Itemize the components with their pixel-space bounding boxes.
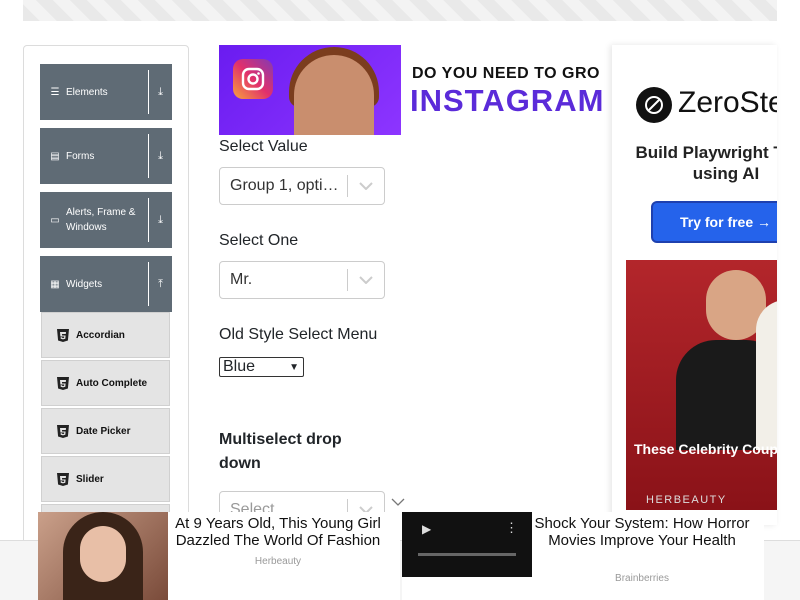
ad-image xyxy=(219,45,401,135)
zerostep-logo-icon xyxy=(636,87,672,123)
sidebar-group-elements[interactable]: ☰ Elements ⤓ xyxy=(40,64,172,120)
multiselect-label: Multiselect drop down xyxy=(219,431,342,472)
grid-icon: ▦ xyxy=(50,278,60,290)
sidebar: ☰ Elements ⤓ ▤ Forms ⤓ ▭ Alerts, Frame &… xyxy=(23,45,189,565)
banner-brand: INSTAGRAM xyxy=(410,83,605,118)
html5-icon xyxy=(56,424,70,438)
zerostep-ad[interactable]: ZeroStep Build Playwright Tests using AI… xyxy=(626,60,777,260)
bottom-ad-source-2: Brainberries xyxy=(615,573,669,584)
more-options-icon[interactable]: ⋮ xyxy=(505,520,518,536)
form-icon: ▤ xyxy=(50,150,60,162)
html5-icon xyxy=(56,328,70,342)
sidebar-group-label: Alerts, Frame & Windows xyxy=(66,207,136,233)
zerostep-brand: ZeroStep xyxy=(678,86,777,119)
video-player[interactable]: ▶ ⋮ xyxy=(402,512,532,577)
sidebar-item-date-picker[interactable]: Date Picker xyxy=(41,408,170,454)
html5-icon xyxy=(56,376,70,390)
select-value-current: Group 1, option 1 xyxy=(230,177,347,194)
banner-headline: DO YOU NEED TO GRO xyxy=(412,65,600,82)
window-icon: ▭ xyxy=(50,214,60,226)
sidebar-group-label: Widgets xyxy=(66,278,103,290)
right-ad-panel: ZeroStep Build Playwright Tests using AI… xyxy=(612,45,777,525)
sidebar-item-label: Accordian xyxy=(76,329,125,341)
download-arrow-icon: ⤓ xyxy=(158,85,163,98)
sidebar-item-accordian[interactable]: Accordian xyxy=(41,312,170,358)
old-style-select-value: Blue xyxy=(223,358,256,375)
video-progress-bar[interactable] xyxy=(418,553,516,556)
select-one-label: Select One xyxy=(219,232,299,249)
select-one-dropdown[interactable]: Mr. xyxy=(219,261,385,299)
sidebar-group-label: Elements xyxy=(66,86,108,98)
celebrity-ad[interactable]: These Celebrity Couples Most Stylish War… xyxy=(626,260,777,510)
sidebar-item-auto-complete[interactable]: Auto Complete xyxy=(41,360,170,406)
caret-down-icon: ▼ xyxy=(289,361,299,373)
sidebar-item-slider[interactable]: Slider xyxy=(41,456,170,502)
chevron-down-icon xyxy=(391,494,405,512)
old-style-select[interactable]: Blue ▼ xyxy=(219,357,304,377)
sidebar-item-label: Auto Complete xyxy=(76,377,148,389)
sidebar-group-label: Forms xyxy=(66,150,95,162)
try-for-free-button[interactable]: Try for free → xyxy=(653,203,777,241)
sidebar-item-label: Date Picker xyxy=(76,425,131,437)
top-ad-strip xyxy=(23,0,777,21)
instagram-icon xyxy=(233,59,273,99)
person-face xyxy=(294,55,374,135)
bottom-ad-source-1: Herbeauty xyxy=(254,556,302,567)
play-icon[interactable]: ▶ xyxy=(422,522,431,536)
download-arrow-icon: ⤓ xyxy=(158,213,163,226)
bottom-ad-title-2[interactable]: Shock Your System: How Horror Movies Imp… xyxy=(532,515,752,549)
person-face xyxy=(80,526,126,582)
old-style-select-label: Old Style Select Menu xyxy=(219,326,378,343)
select-one-current: Mr. xyxy=(230,271,253,288)
person-dress xyxy=(756,300,777,450)
celebrity-ad-source: HERBEAUTY xyxy=(646,494,727,506)
zerostep-tagline: Build Playwright Tests using AI xyxy=(635,143,777,183)
html5-icon xyxy=(56,472,70,486)
sidebar-group-widgets[interactable]: ▦ Widgets ⤒ xyxy=(40,256,172,312)
select-value-label: Select Value xyxy=(219,138,308,155)
celebrity-ad-caption: These Celebrity Couples Most Stylish War… xyxy=(634,441,777,457)
sidebar-item-label: Slider xyxy=(76,473,104,485)
upload-arrow-icon: ⤒ xyxy=(158,277,163,290)
download-arrow-icon: ⤓ xyxy=(158,149,163,162)
chevron-down-icon xyxy=(348,182,384,190)
sidebar-group-alerts[interactable]: ▭ Alerts, Frame & Windows ⤓ xyxy=(40,192,172,248)
instagram-ad-banner[interactable]: DO YOU NEED TO GRO INSTAGRAM xyxy=(219,45,610,135)
bottom-ad-title-1[interactable]: At 9 Years Old, This Young Girl Dazzled … xyxy=(168,515,388,549)
list-icon: ☰ xyxy=(50,86,60,98)
sidebar-group-forms[interactable]: ▤ Forms ⤓ xyxy=(40,128,172,184)
chevron-down-icon xyxy=(348,276,384,284)
ad-thumbnail xyxy=(38,512,168,600)
select-value-dropdown[interactable]: Group 1, option 1 xyxy=(219,167,385,205)
